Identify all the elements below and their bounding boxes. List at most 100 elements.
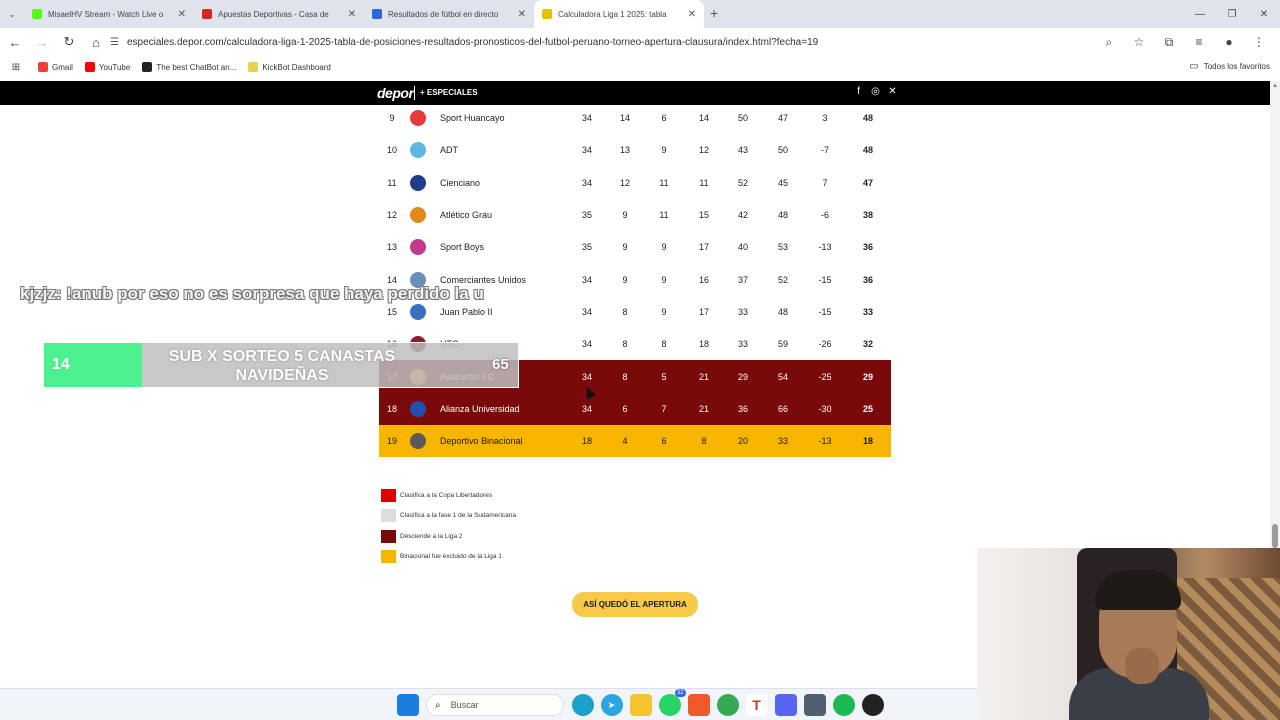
promo-counter-right: 65 — [492, 356, 509, 373]
tab-title: MisaelHV Stream - Watch Live o — [48, 9, 164, 19]
bookmark-chatbot[interactable]: The best ChatBot an... — [142, 62, 236, 72]
stat-gf: 50 — [737, 113, 748, 124]
close-window-icon[interactable]: ✕ — [1248, 0, 1280, 28]
file-explorer-icon[interactable] — [629, 694, 652, 716]
table-row: 12 Atlético Grau 35 9 11 15 42 48 -6 38 — [379, 199, 891, 231]
text-editor-icon[interactable]: T — [745, 694, 768, 716]
notification-badge: 32 — [674, 689, 686, 697]
team-crest-icon — [410, 239, 426, 256]
stat-pj: 18 — [581, 436, 592, 447]
profile-avatar-icon[interactable]: ● — [1214, 30, 1244, 54]
legend-label: Clasifica a la fase 1 de la Sudamericana — [400, 512, 516, 520]
legend-label: Desciende a la Liga 2 — [400, 532, 463, 540]
spotify-icon[interactable] — [832, 694, 855, 716]
forward-icon[interactable]: → — [30, 30, 54, 54]
stat-pos: 10 — [386, 145, 397, 156]
tab-3[interactable]: Resultados de fútbol en directo ✕ — [364, 0, 534, 28]
bookmark-gmail[interactable]: Gmail — [38, 62, 73, 72]
youtube-icon — [84, 62, 95, 72]
stat-p: 21 — [698, 371, 709, 382]
chrome-icon[interactable] — [716, 694, 739, 716]
chatbot-icon — [142, 62, 153, 72]
site-info-icon[interactable]: ☰ — [110, 37, 119, 48]
calculator-icon[interactable] — [803, 694, 826, 716]
stat-pts: 29 — [862, 371, 873, 382]
stat-pj: 34 — [581, 371, 592, 382]
stat-g: 14 — [619, 113, 630, 124]
tab-close-icon[interactable]: ✕ — [178, 9, 186, 20]
taskbar-search[interactable]: ⌕ Buscar — [426, 694, 564, 716]
stat-p: 17 — [698, 242, 709, 253]
stat-dg: 7 — [822, 177, 828, 188]
stat-pos: 13 — [386, 242, 397, 253]
brave-icon[interactable] — [687, 694, 710, 716]
stat-pj: 35 — [581, 242, 592, 253]
stat-g: 8 — [622, 371, 628, 382]
all-bookmarks[interactable]: ▭ Todos los favoritos — [1189, 61, 1270, 72]
stat-gc: 50 — [777, 145, 788, 156]
whatsapp-icon[interactable]: ◎ — [867, 86, 884, 97]
tab-close-icon[interactable]: ✕ — [348, 9, 356, 20]
bookmarks-bar: ⊞ Gmail YouTube The best ChatBot an... K… — [0, 56, 1280, 78]
reading-list-icon[interactable]: ≡ — [1184, 30, 1214, 54]
tab-1[interactable]: MisaelHV Stream - Watch Live o ✕ — [24, 0, 194, 28]
bookmark-label: The best ChatBot an... — [156, 62, 237, 72]
discord-icon[interactable] — [774, 694, 797, 716]
promo-banner: 14 SUB X SORTEO 5 CANASTAS NAVIDEÑAS 65 — [43, 342, 519, 388]
social-links: f ◎ ✕ — [850, 86, 901, 97]
team-name: ADT — [440, 145, 458, 156]
bookmark-youtube[interactable]: YouTube — [84, 62, 130, 72]
new-tab-icon[interactable]: + — [710, 5, 718, 21]
maximize-icon[interactable]: ❐ — [1216, 0, 1248, 28]
tab-close-icon[interactable]: ✕ — [688, 9, 696, 20]
scroll-thumb[interactable] — [1272, 524, 1278, 548]
apertura-button[interactable]: ASÍ QUEDÓ EL APERTURA — [572, 592, 698, 617]
zoom-icon[interactable]: ⌕ — [1094, 30, 1124, 54]
team-name: Alianza Universidad — [440, 403, 520, 414]
tab-title: Calculadora Liga 1 2025: tabla — [558, 9, 667, 19]
tab-close-icon[interactable]: ✕ — [518, 9, 526, 20]
tab-favicon — [542, 9, 552, 19]
stat-pts: 38 — [862, 210, 873, 221]
whatsapp-app-icon[interactable]: 32 — [658, 689, 686, 716]
stat-dg: -15 — [818, 274, 832, 285]
all-bookmarks-label: Todos los favoritos — [1203, 62, 1270, 71]
stat-gf: 20 — [737, 436, 748, 447]
chat-overlay: kjzjz: !anub por eso no es sorpresa que … — [20, 284, 484, 303]
edge-icon[interactable] — [571, 694, 594, 716]
apps-grid-icon[interactable]: ⊞ — [4, 55, 28, 79]
facebook-icon[interactable]: f — [850, 86, 867, 97]
windows-start-icon[interactable] — [396, 694, 419, 716]
kickbot-icon — [248, 62, 259, 72]
minimize-icon[interactable]: — — [1184, 0, 1216, 28]
back-icon[interactable]: ← — [3, 30, 27, 54]
stat-g: 8 — [622, 306, 628, 317]
reload-icon[interactable]: ↻ — [57, 30, 81, 54]
stat-p: 21 — [698, 403, 709, 414]
stat-dg: -6 — [820, 210, 829, 221]
stat-pts: 36 — [862, 274, 873, 285]
bookmark-star-icon[interactable]: ☆ — [1124, 30, 1154, 54]
scroll-up-icon[interactable]: ▲ — [1272, 83, 1278, 89]
x-icon[interactable]: ✕ — [884, 86, 901, 97]
stat-gf: 52 — [737, 177, 748, 188]
stat-pts: 18 — [862, 436, 873, 447]
stat-p: 12 — [698, 145, 709, 156]
obs-icon[interactable] — [861, 694, 884, 716]
tab-4-active[interactable]: Calculadora Liga 1 2025: tabla ✕ — [534, 0, 704, 28]
telegram-icon[interactable]: ➤ — [600, 694, 623, 716]
stat-dg: -7 — [820, 145, 829, 156]
address-bar[interactable]: ☰ especiales.depor.com/calculadora-liga-… — [104, 30, 1104, 54]
menu-icon[interactable]: ⋮ — [1244, 30, 1274, 54]
tab-2[interactable]: Apuestas Deportivas - Casa de ✕ — [194, 0, 364, 28]
table-row: 9 Sport Huancayo 34 14 6 14 50 47 3 48 — [379, 102, 891, 134]
bookmark-kickbot[interactable]: KickBot Dashboard — [248, 62, 331, 72]
extensions-icon[interactable]: ⧉ — [1154, 30, 1184, 54]
team-crest-icon — [410, 174, 426, 191]
browser-toolbar: ← → ↻ ⌂ ☰ especiales.depor.com/calculado… — [0, 28, 1280, 56]
zones-legend: Clasifica a la Copa Libertadores Clasific… — [381, 485, 516, 567]
section-label[interactable]: + ESPECIALES — [420, 88, 478, 97]
depor-logo[interactable]: depor — [377, 85, 414, 101]
table-row: 10 ADT 34 13 9 12 43 50 -7 48 — [379, 134, 891, 166]
tab-search-icon[interactable]: ⌄ — [0, 0, 24, 28]
